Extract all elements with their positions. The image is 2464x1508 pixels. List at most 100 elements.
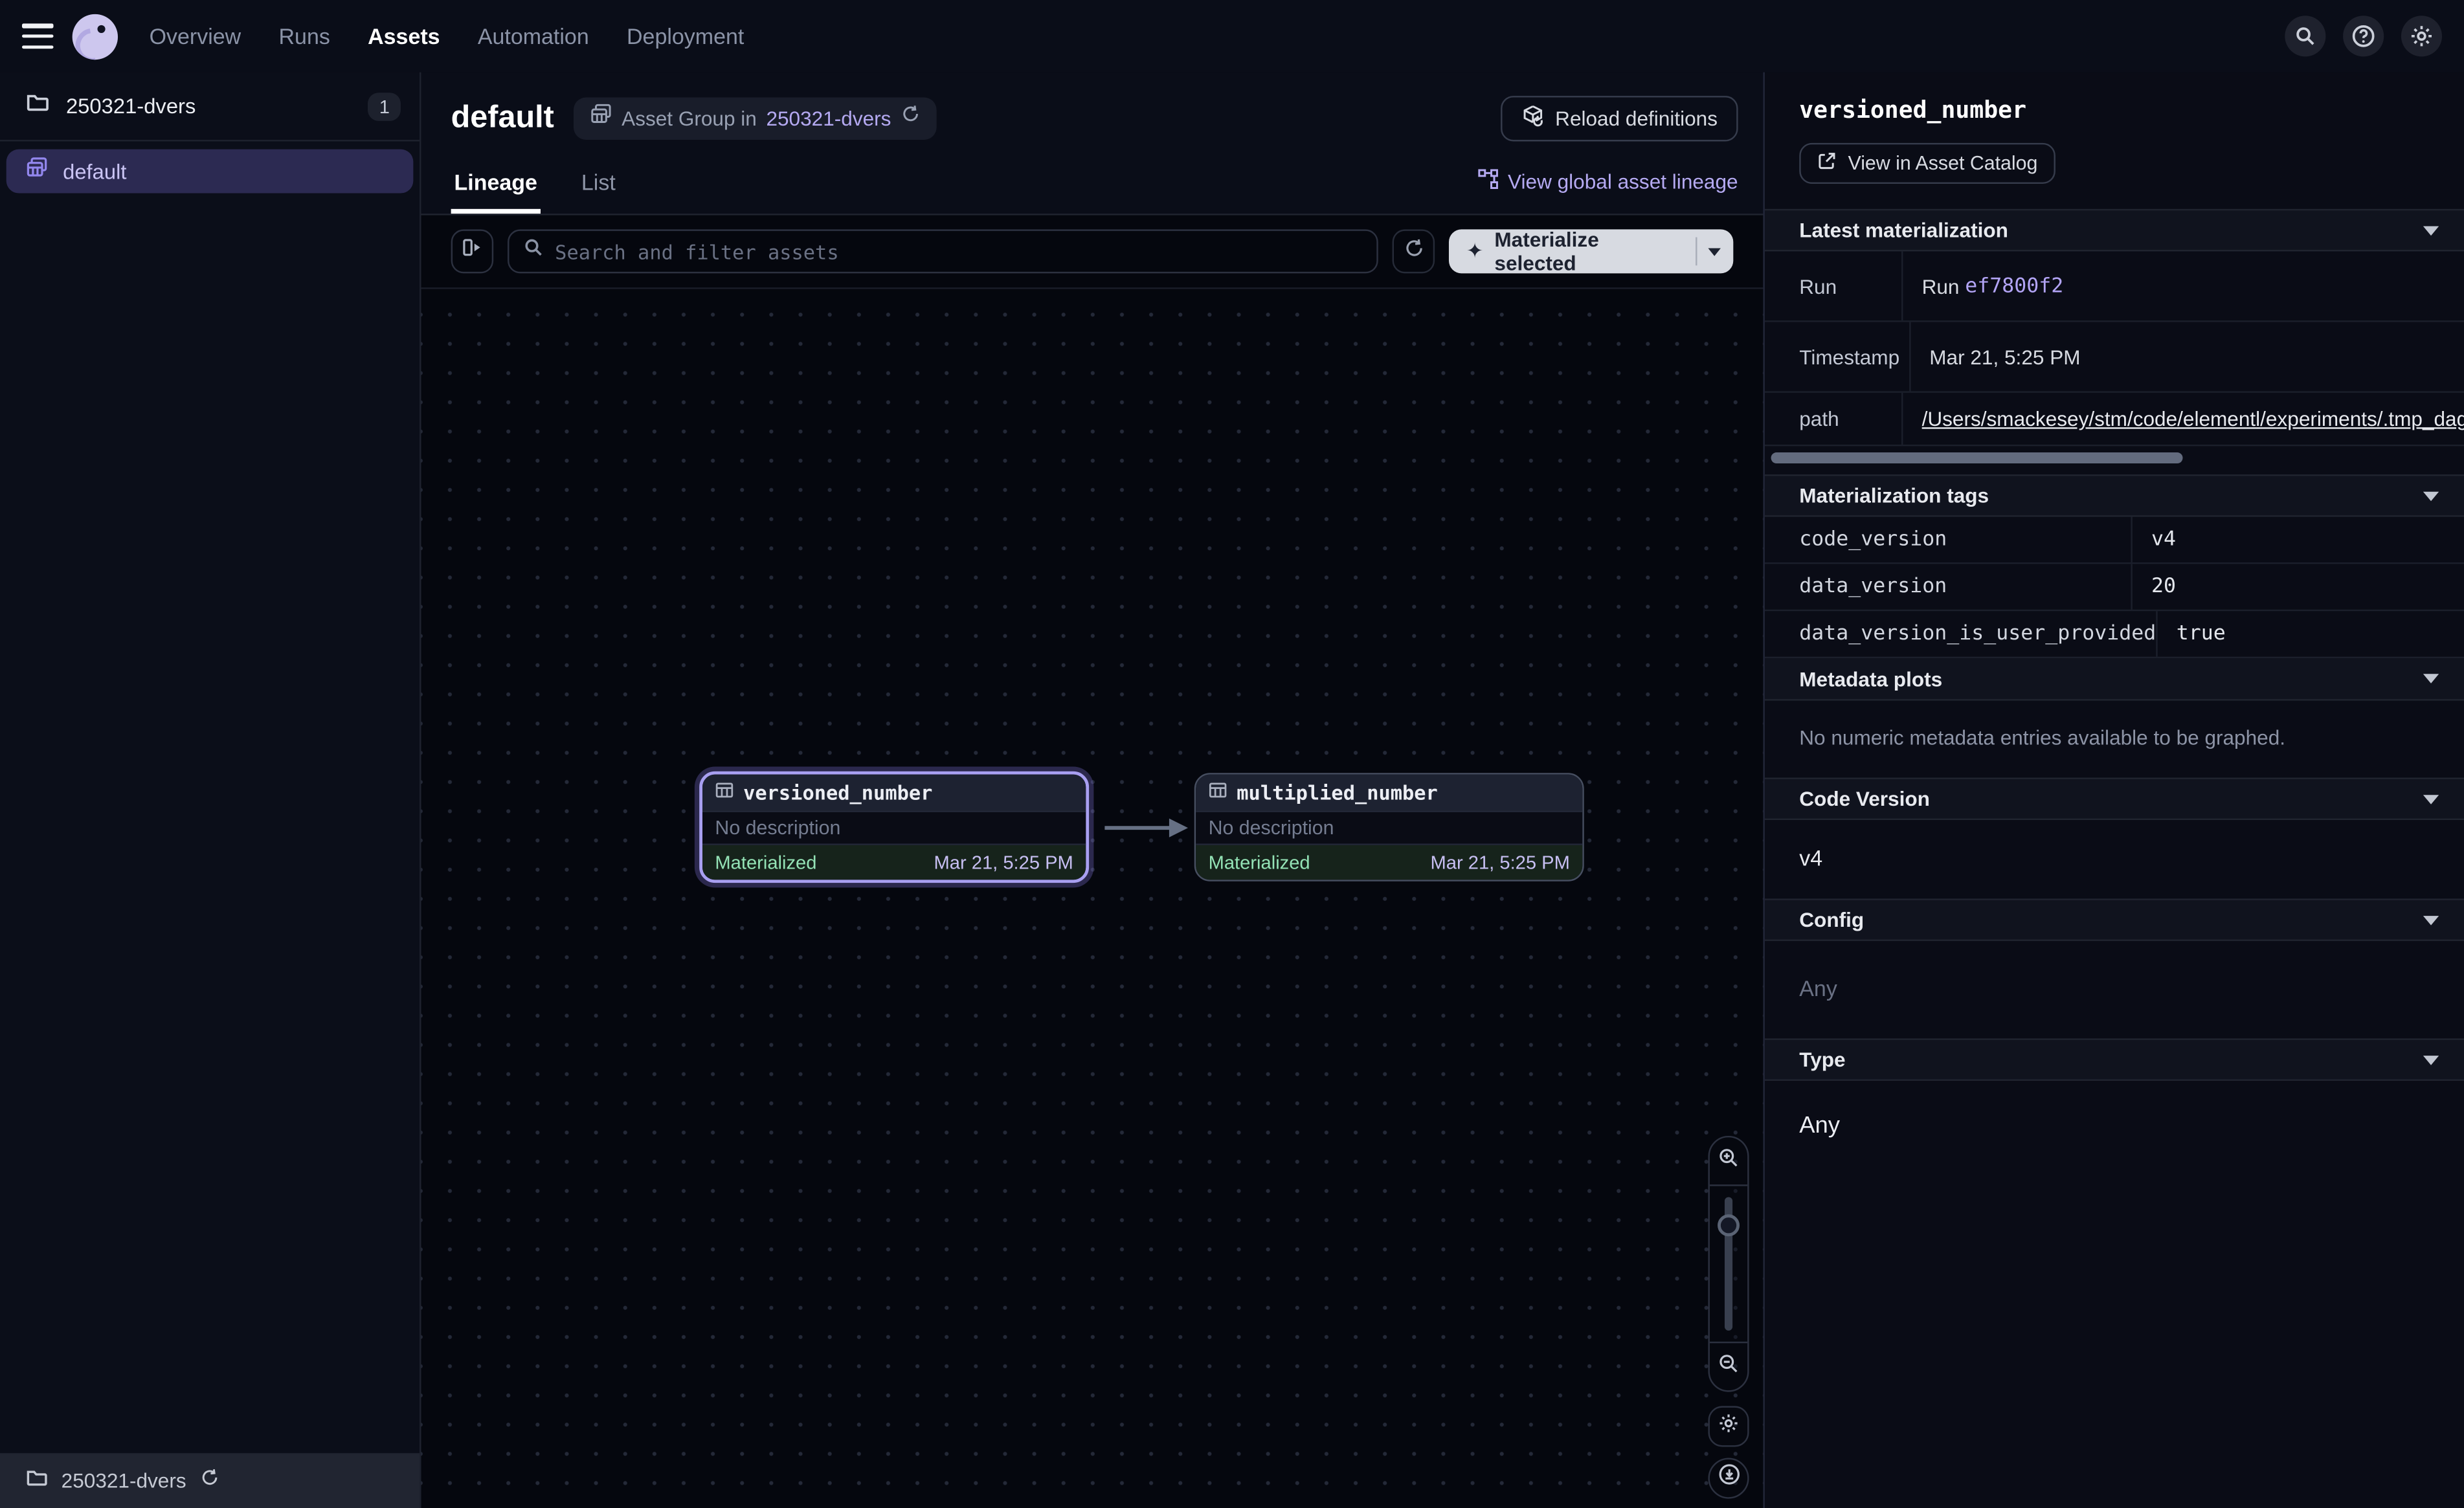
page-header: default Asset Group in 250321-dvers Relo… — [421, 72, 1764, 216]
materialize-selected-button[interactable]: ✦ Materialize selected — [1449, 229, 1696, 273]
table-row-run: Run Run ef7800f2 — [1765, 251, 2464, 322]
zoom-slider-thumb[interactable] — [1718, 1214, 1740, 1236]
collapse-chevron-icon[interactable] — [2423, 1055, 2439, 1065]
group-count-badge: 1 — [368, 92, 401, 120]
asset-group-badge[interactable]: Asset Group in 250321-dvers — [573, 96, 937, 139]
folder-icon — [25, 1465, 49, 1496]
run-id-link[interactable]: ef7800f2 — [1965, 274, 2063, 298]
lineage-canvas[interactable]: versioned_number No description Material… — [421, 289, 1764, 1508]
sidebar-group-name: 250321-dvers — [66, 94, 368, 118]
zoom-out-icon — [1718, 1352, 1740, 1382]
tab-list[interactable]: List — [578, 157, 619, 214]
nav-item-automation[interactable]: Automation — [478, 23, 589, 49]
materialize-split-button: ✦ Materialize selected — [1449, 229, 1733, 273]
materialize-selected-label: Materialize selected — [1494, 229, 1678, 273]
config-value: Any — [1765, 941, 2464, 1038]
asset-node-versioned-number[interactable]: versioned_number No description Material… — [699, 771, 1089, 883]
collapse-chevron-icon[interactable] — [2423, 674, 2439, 683]
zoom-slider[interactable] — [1710, 1184, 1747, 1343]
reload-definitions-button[interactable]: Reload definitions — [1500, 95, 1738, 140]
zoom-in-icon — [1718, 1146, 1740, 1176]
materialized-timestamp: Mar 21, 5:25 PM — [934, 852, 1073, 874]
section-heading: Latest materialization — [1799, 218, 2423, 241]
horizontal-scrollbar — [1771, 452, 2458, 463]
refresh-icon — [1402, 236, 1424, 266]
row-key: Run — [1765, 251, 1903, 320]
hamburger-menu-icon[interactable] — [22, 23, 54, 49]
nav-item-deployment[interactable]: Deployment — [627, 23, 744, 49]
tab-lineage[interactable]: Lineage — [451, 157, 541, 214]
asset-node-description: No description — [702, 810, 1086, 845]
collapse-chevron-icon[interactable] — [2423, 491, 2439, 501]
external-link-icon — [1817, 151, 1837, 176]
asset-group-icon — [588, 102, 612, 134]
collapse-chevron-icon[interactable] — [2423, 794, 2439, 804]
zoom-out-button[interactable] — [1710, 1343, 1747, 1390]
nav-links: Overview Runs Assets Automation Deployme… — [150, 23, 745, 49]
section-heading: Code Version — [1799, 787, 2423, 810]
page-title: default — [451, 100, 554, 136]
search-button[interactable] — [2285, 16, 2325, 56]
asset-node-multiplied-number[interactable]: multiplied_number No description Materia… — [1194, 773, 1584, 881]
tag-value: true — [2158, 611, 2464, 656]
refresh-icon[interactable] — [199, 1467, 219, 1495]
metadata-plots-empty-message: No numeric metadata entries available to… — [1765, 701, 2464, 778]
table-row-path: path /Users/smackesey/stm/code/elementl/… — [1765, 393, 2464, 447]
search-icon — [2294, 25, 2316, 47]
refresh-graph-button[interactable] — [1393, 229, 1435, 273]
search-input[interactable] — [555, 239, 1362, 263]
help-button[interactable] — [2343, 16, 2384, 56]
sidebar-group-row[interactable]: 250321-dvers 1 — [0, 72, 420, 142]
section-heading: Metadata plots — [1799, 667, 2423, 690]
badge-group-link[interactable]: 250321-dvers — [766, 106, 891, 129]
collapse-panel-button[interactable] — [451, 229, 494, 273]
search-icon — [524, 238, 544, 266]
section-heading: Type — [1799, 1048, 2423, 1071]
main-content: default Asset Group in 250321-dvers Relo… — [421, 72, 1764, 1508]
view-in-asset-catalog-label: View in Asset Catalog — [1848, 152, 2038, 174]
section-heading: Materialization tags — [1799, 484, 2423, 507]
settings-button[interactable] — [2401, 16, 2442, 56]
sidebar-item-label: default — [63, 159, 126, 183]
collapse-chevron-icon[interactable] — [2423, 225, 2439, 235]
materialized-timestamp: Mar 21, 5:25 PM — [1431, 852, 1570, 874]
section-heading: Config — [1799, 908, 2423, 931]
view-global-lineage-link[interactable]: View global asset lineage — [1476, 168, 1738, 195]
asset-search — [508, 229, 1378, 273]
sidebar-footer[interactable]: 250321-dvers — [0, 1453, 420, 1508]
row-key: path — [1765, 393, 1903, 445]
badge-prefix: Asset Group in — [622, 106, 757, 129]
type-value: Any — [1765, 1081, 2464, 1168]
lineage-toolbar: ✦ Materialize selected — [421, 216, 1764, 289]
materialized-status: Materialized — [1209, 852, 1431, 874]
nav-item-assets[interactable]: Assets — [368, 23, 440, 49]
lineage-edge-arrow — [1102, 814, 1193, 842]
view-in-asset-catalog-button[interactable]: View in Asset Catalog — [1799, 143, 2055, 184]
graph-settings-button[interactable] — [1708, 1406, 1749, 1447]
materialize-dropdown-button[interactable] — [1697, 229, 1733, 273]
scrollbar-thumb[interactable] — [1771, 452, 2183, 463]
help-icon — [2351, 23, 2376, 49]
path-link[interactable]: /Users/smackesey/stm/code/elementl/exper… — [1922, 407, 2464, 430]
nav-item-runs[interactable]: Runs — [279, 23, 330, 49]
download-icon — [1717, 1463, 1740, 1494]
section-materialization-tags: Materialization tags — [1765, 474, 2464, 517]
zoom-in-button[interactable] — [1710, 1137, 1747, 1184]
nav-item-overview[interactable]: Overview — [150, 23, 241, 49]
download-image-button[interactable] — [1708, 1458, 1749, 1499]
collapse-chevron-icon[interactable] — [2423, 915, 2439, 925]
tag-key: data_version_is_user_provided — [1765, 611, 2158, 656]
panel-expand-icon — [460, 236, 484, 267]
code-version-value: v4 — [1765, 820, 2464, 898]
top-nav: Overview Runs Assets Automation Deployme… — [0, 0, 2464, 72]
refresh-icon[interactable] — [901, 104, 921, 132]
asset-node-name: multiplied_number — [1237, 781, 1438, 804]
section-latest-materialization: Latest materialization — [1765, 209, 2464, 252]
section-type: Type — [1765, 1038, 2464, 1081]
tag-value: 20 — [2133, 564, 2464, 609]
tag-key: code_version — [1765, 517, 2133, 562]
tag-key: data_version — [1765, 564, 2133, 609]
section-metadata-plots: Metadata plots — [1765, 658, 2464, 701]
sidebar-item-default[interactable]: default — [6, 150, 414, 194]
tabs: Lineage List View global asset lineage — [451, 157, 1738, 214]
